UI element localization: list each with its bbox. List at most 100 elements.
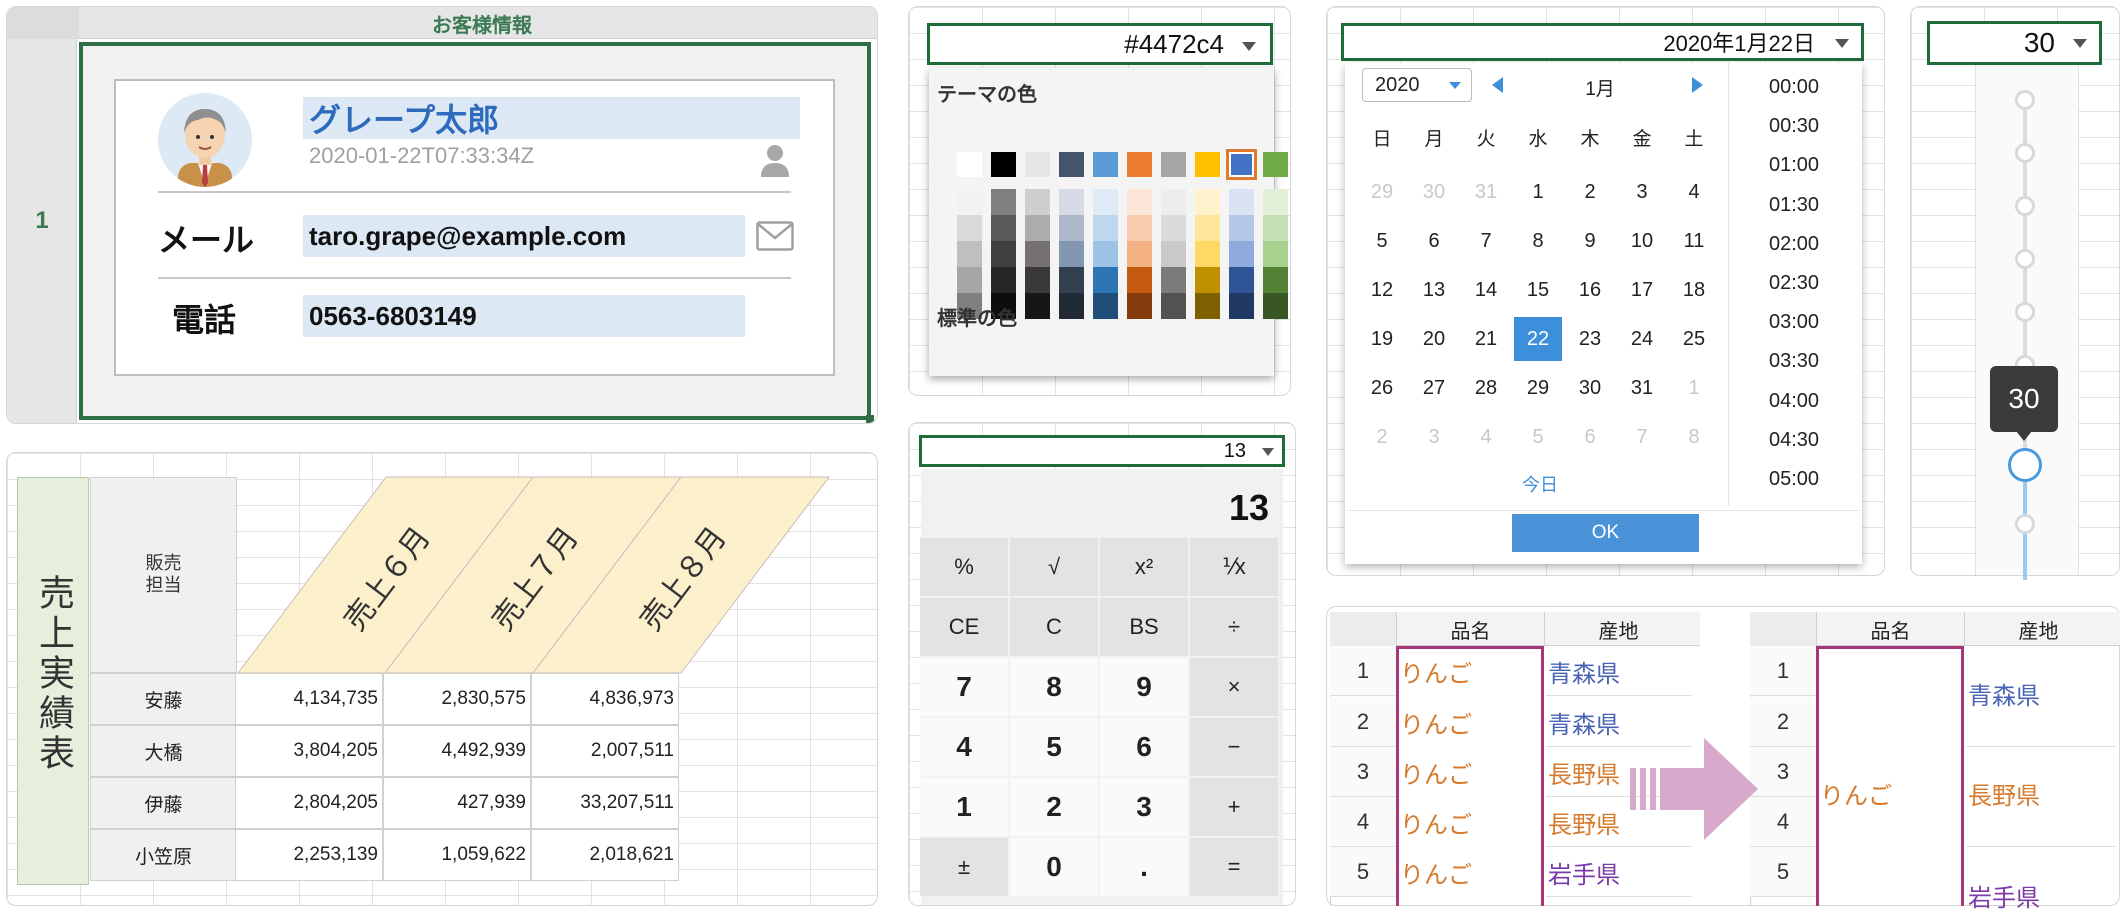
calc-key[interactable]: 4 bbox=[920, 718, 1008, 776]
day-cell[interactable]: 3 bbox=[1618, 170, 1666, 214]
phone-field[interactable]: 0563-6803149 bbox=[303, 295, 745, 337]
calc-key[interactable]: 1 bbox=[920, 778, 1008, 836]
day-cell[interactable]: 20 bbox=[1410, 317, 1458, 361]
day-cell[interactable]: 16 bbox=[1566, 268, 1614, 312]
day-cell[interactable]: 8 bbox=[1670, 415, 1718, 459]
email-field[interactable]: taro.grape@example.com bbox=[303, 215, 745, 257]
day-cell[interactable]: 30 bbox=[1566, 366, 1614, 410]
name-field[interactable]: グレープ太郎 bbox=[303, 97, 800, 139]
color-swatch[interactable] bbox=[1161, 189, 1186, 215]
calc-key[interactable]: BS bbox=[1100, 598, 1188, 656]
day-cell[interactable]: 5 bbox=[1358, 219, 1406, 263]
calc-key[interactable]: ⅟x bbox=[1190, 538, 1278, 596]
day-cell[interactable]: 2 bbox=[1566, 170, 1614, 214]
time-option[interactable]: 04:00 bbox=[1742, 390, 1846, 413]
color-swatch[interactable] bbox=[1229, 215, 1254, 241]
day-cell[interactable]: 15 bbox=[1514, 268, 1562, 312]
day-cell[interactable]: 1 bbox=[1670, 366, 1718, 410]
day-cell[interactable]: 25 bbox=[1670, 317, 1718, 361]
color-swatch[interactable] bbox=[1059, 241, 1084, 267]
time-option[interactable]: 01:30 bbox=[1742, 194, 1846, 217]
color-swatch-selected[interactable] bbox=[1226, 149, 1257, 180]
day-cell[interactable]: 31 bbox=[1462, 170, 1510, 214]
slider-dropdown[interactable]: 30 bbox=[1927, 21, 2102, 65]
day-cell[interactable]: 14 bbox=[1462, 268, 1510, 312]
day-cell[interactable]: 6 bbox=[1566, 415, 1614, 459]
color-swatch[interactable] bbox=[1059, 189, 1084, 215]
color-swatch[interactable] bbox=[1127, 189, 1152, 215]
color-swatch[interactable] bbox=[1127, 215, 1152, 241]
slider-tick[interactable] bbox=[2015, 90, 2035, 110]
day-cell[interactable]: 19 bbox=[1358, 317, 1406, 361]
color-swatch[interactable] bbox=[1263, 152, 1288, 177]
calc-key[interactable]: CE bbox=[920, 598, 1008, 656]
color-swatch[interactable] bbox=[1229, 189, 1254, 215]
color-swatch[interactable] bbox=[1093, 215, 1118, 241]
slider-tick[interactable] bbox=[2015, 249, 2035, 269]
year-select[interactable]: 2020 bbox=[1362, 68, 1472, 102]
day-cell[interactable]: 27 bbox=[1410, 366, 1458, 410]
color-swatch[interactable] bbox=[1025, 267, 1050, 293]
color-swatch[interactable] bbox=[1161, 241, 1186, 267]
day-cell[interactable]: 21 bbox=[1462, 317, 1510, 361]
day-cell[interactable]: 10 bbox=[1618, 219, 1666, 263]
day-cell[interactable]: 7 bbox=[1618, 415, 1666, 459]
calc-key[interactable]: 0 bbox=[1010, 838, 1098, 896]
color-swatch[interactable] bbox=[1195, 215, 1220, 241]
calc-key[interactable]: C bbox=[1010, 598, 1098, 656]
color-swatch[interactable] bbox=[1195, 267, 1220, 293]
day-cell[interactable]: 5 bbox=[1514, 415, 1562, 459]
color-swatch[interactable] bbox=[1161, 152, 1186, 177]
color-swatch[interactable] bbox=[1263, 215, 1288, 241]
calc-key[interactable]: . bbox=[1100, 838, 1188, 896]
calc-key[interactable]: 2 bbox=[1010, 778, 1098, 836]
day-cell[interactable]: 3 bbox=[1410, 415, 1458, 459]
color-swatch[interactable] bbox=[1263, 189, 1288, 215]
color-swatch[interactable] bbox=[1229, 267, 1254, 293]
calc-key[interactable]: − bbox=[1190, 718, 1278, 776]
color-swatch[interactable] bbox=[1263, 293, 1288, 319]
calc-key[interactable]: 5 bbox=[1010, 718, 1098, 776]
color-swatch[interactable] bbox=[1093, 152, 1118, 177]
time-option[interactable]: 00:00 bbox=[1742, 76, 1846, 99]
time-option[interactable]: 03:30 bbox=[1742, 350, 1846, 373]
ok-button[interactable]: OK bbox=[1512, 514, 1699, 552]
day-cell[interactable]: 30 bbox=[1410, 170, 1458, 214]
color-swatch[interactable] bbox=[991, 215, 1016, 241]
calc-key[interactable]: x² bbox=[1100, 538, 1188, 596]
calc-key[interactable]: √ bbox=[1010, 538, 1098, 596]
calc-key[interactable]: = bbox=[1190, 838, 1278, 896]
color-swatch[interactable] bbox=[991, 267, 1016, 293]
calc-key[interactable]: ± bbox=[920, 838, 1008, 896]
color-swatch[interactable] bbox=[1059, 267, 1084, 293]
day-cell-selected[interactable]: 22 bbox=[1514, 317, 1562, 361]
day-cell[interactable]: 8 bbox=[1514, 219, 1562, 263]
day-cell[interactable]: 31 bbox=[1618, 366, 1666, 410]
color-swatch[interactable] bbox=[1025, 293, 1050, 319]
color-swatch[interactable] bbox=[1229, 241, 1254, 267]
color-swatch[interactable] bbox=[1025, 215, 1050, 241]
day-cell[interactable]: 7 bbox=[1462, 219, 1510, 263]
time-option[interactable]: 02:30 bbox=[1742, 272, 1846, 295]
color-swatch[interactable] bbox=[1025, 189, 1050, 215]
color-swatch[interactable] bbox=[957, 241, 982, 267]
color-swatch[interactable] bbox=[1195, 189, 1220, 215]
color-swatch[interactable] bbox=[1127, 293, 1152, 319]
slider-tick[interactable] bbox=[2015, 302, 2035, 322]
today-link[interactable]: 今日 bbox=[1515, 471, 1565, 497]
color-swatch[interactable] bbox=[1093, 241, 1118, 267]
color-swatch[interactable] bbox=[1263, 267, 1288, 293]
day-cell[interactable]: 28 bbox=[1462, 366, 1510, 410]
day-cell[interactable]: 23 bbox=[1566, 317, 1614, 361]
color-swatch[interactable] bbox=[1059, 293, 1084, 319]
day-cell[interactable]: 2 bbox=[1358, 415, 1406, 459]
slider-tick[interactable] bbox=[2015, 196, 2035, 216]
color-swatch[interactable] bbox=[1195, 293, 1220, 319]
color-swatch[interactable] bbox=[991, 189, 1016, 215]
calc-key[interactable]: ÷ bbox=[1190, 598, 1278, 656]
day-cell[interactable]: 9 bbox=[1566, 219, 1614, 263]
calc-key[interactable]: 6 bbox=[1100, 718, 1188, 776]
day-cell[interactable]: 26 bbox=[1358, 366, 1406, 410]
slider-tick[interactable] bbox=[2015, 143, 2035, 163]
color-swatch[interactable] bbox=[1195, 152, 1220, 177]
